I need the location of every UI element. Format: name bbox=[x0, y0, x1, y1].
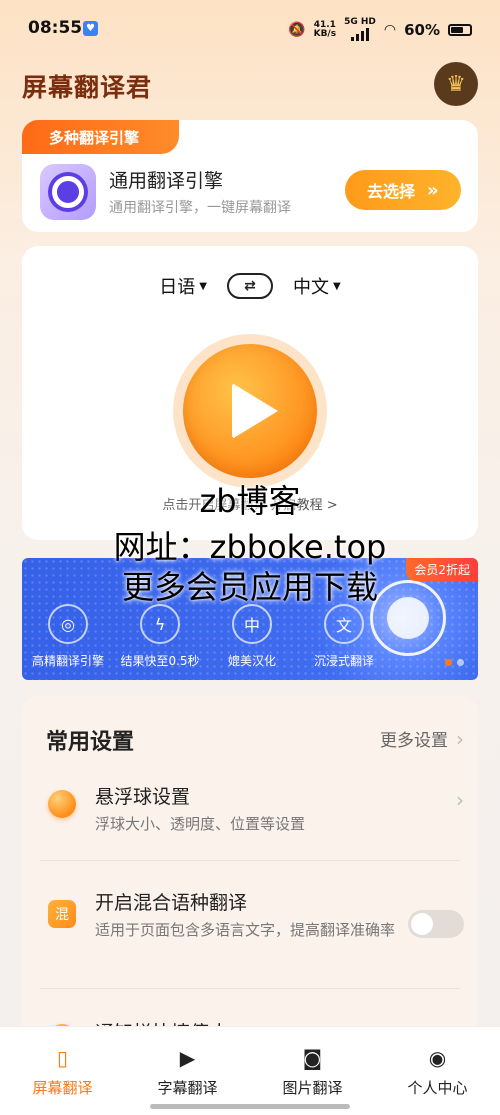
battery-percent: 60% bbox=[404, 20, 440, 39]
start-translate-button[interactable] bbox=[173, 334, 327, 488]
feature-item: 文 沉浸式翻译 bbox=[298, 604, 390, 669]
user-icon: ◉ bbox=[428, 1046, 447, 1070]
setting-desc: 浮球大小、透明度、位置等设置 bbox=[95, 815, 306, 833]
mixed-language-icon: 混 bbox=[48, 900, 76, 928]
engine-card[interactable]: 多种翻译引擎 通用翻译引擎 通用翻译引擎，一键屏幕翻译 去选择 » bbox=[22, 120, 478, 232]
signal-icon bbox=[350, 27, 369, 41]
tab-screen-translate[interactable]: ▯ 屏幕翻译 bbox=[0, 1045, 125, 1098]
language-selector: 日语 ▼ ⇄ 中文 ▼ bbox=[22, 273, 478, 299]
mixed-language-setting: 混 开启混合语种翻译 适用于页面包含多语言文字，提高翻译准确率 bbox=[22, 886, 478, 966]
caret-down-icon: ▼ bbox=[199, 280, 207, 292]
settings-title: 常用设置 bbox=[46, 730, 135, 755]
chinese-char-icon: 中 bbox=[232, 604, 272, 644]
engine-desc: 通用翻译引擎，一键屏幕翻译 bbox=[109, 200, 291, 216]
tab-profile[interactable]: ◉ 个人中心 bbox=[375, 1045, 500, 1098]
engine-name: 通用翻译引擎 bbox=[109, 170, 224, 192]
tab-label: 屏幕翻译 bbox=[32, 1079, 93, 1097]
battery-icon bbox=[448, 23, 472, 36]
notification-app-icon: ♥ bbox=[83, 21, 98, 36]
tab-image-translate[interactable]: ◙ 图片翻译 bbox=[250, 1045, 375, 1098]
common-settings-card: 常用设置 更多设置 › 悬浮球设置 浮球大小、透明度、位置等设置 › 混 开启混… bbox=[22, 696, 478, 1056]
setting-desc: 适用于页面包含多语言文字，提高翻译准确率 bbox=[95, 921, 396, 939]
banner-pager bbox=[445, 659, 464, 666]
feature-item: ϟ 结果快至0.5秒 bbox=[114, 604, 206, 669]
net-speed: 41.1 KB/s bbox=[313, 20, 337, 39]
floating-ball-setting[interactable]: 悬浮球设置 浮球大小、透明度、位置等设置 › bbox=[22, 778, 478, 858]
divider bbox=[40, 988, 460, 989]
engine-tag: 多种翻译引擎 bbox=[22, 120, 179, 154]
divider bbox=[40, 860, 460, 861]
feature-item: ◎ 高精翻译引擎 bbox=[22, 604, 114, 669]
target-language-label: 中文 bbox=[293, 277, 329, 298]
choose-engine-label: 去选择 bbox=[367, 182, 416, 201]
feature-label: 高精翻译引擎 bbox=[31, 654, 104, 668]
play-button-core bbox=[183, 344, 317, 478]
vip-discount-badge: 会员2折起 bbox=[406, 558, 478, 581]
target-language-select[interactable]: 中文 ▼ bbox=[293, 273, 341, 299]
source-language-label: 日语 bbox=[159, 277, 196, 298]
chevron-right-icon: › bbox=[456, 788, 464, 812]
network-label: 5G HD bbox=[344, 17, 376, 27]
tutorial-link[interactable]: 开启教程 > bbox=[271, 498, 338, 513]
feature-label: 沉浸式翻译 bbox=[313, 654, 374, 668]
floating-ball-icon bbox=[48, 790, 76, 818]
start-hint-text: 点击开启屏幕翻译 bbox=[162, 498, 267, 513]
home-indicator[interactable] bbox=[150, 1104, 350, 1109]
status-indicators: 🔕 41.1 KB/s 5G HD ◠ 60% bbox=[288, 18, 472, 41]
tab-label: 字幕翻译 bbox=[157, 1079, 218, 1097]
wifi-icon: ◠ bbox=[383, 21, 397, 38]
tab-label: 图片翻译 bbox=[282, 1079, 343, 1097]
swap-languages-button[interactable]: ⇄ bbox=[227, 273, 273, 299]
more-settings-label: 更多设置 bbox=[380, 731, 448, 751]
swap-icon: ⇄ bbox=[244, 278, 256, 294]
feature-label: 媲美汉化 bbox=[227, 654, 276, 668]
setting-name: 悬浮球设置 bbox=[95, 786, 191, 808]
target-icon: ◎ bbox=[48, 604, 88, 644]
app-title: 屏幕翻译君 bbox=[22, 73, 153, 102]
status-bar: 08:55 ♥ 🔕 41.1 KB/s 5G HD ◠ 60% bbox=[0, 0, 500, 60]
feature-item: 中 媲美汉化 bbox=[206, 604, 298, 669]
vip-crown-icon[interactable]: ♛ bbox=[434, 62, 478, 106]
double-arrow-icon: » bbox=[427, 179, 439, 201]
tab-subtitle-translate[interactable]: ▶ 字幕翻译 bbox=[125, 1045, 250, 1098]
pager-dot bbox=[445, 659, 452, 666]
phone-icon: ▯ bbox=[56, 1046, 68, 1070]
setting-name: 开启混合语种翻译 bbox=[95, 892, 248, 914]
status-time: 08:55 bbox=[28, 18, 83, 38]
chevron-right-icon: › bbox=[456, 726, 464, 751]
vip-promo-banner[interactable]: 会员2折起 ◎ 高精翻译引擎 ϟ 结果快至0.5秒 中 媲美汉化 文 沉浸式翻译 bbox=[22, 558, 478, 680]
choose-engine-button[interactable]: 去选择 » bbox=[345, 170, 461, 210]
play-icon bbox=[232, 383, 278, 439]
translate-card: 日语 ▼ ⇄ 中文 ▼ 点击开启屏幕翻译 开启教程 > bbox=[22, 246, 478, 540]
engine-target-icon bbox=[40, 164, 96, 220]
mute-icon: 🔕 bbox=[288, 21, 306, 38]
tab-label: 个人中心 bbox=[407, 1079, 468, 1097]
video-icon: ▶ bbox=[179, 1046, 196, 1070]
bottom-tab-bar: ▯ 屏幕翻译 ▶ 字幕翻译 ◙ 图片翻译 ◉ 个人中心 bbox=[0, 1026, 500, 1115]
net-speed-unit: KB/s bbox=[313, 28, 337, 39]
feature-label: 结果快至0.5秒 bbox=[120, 654, 200, 668]
caret-down-icon: ▼ bbox=[333, 280, 341, 292]
pager-dot bbox=[457, 659, 464, 666]
lightning-icon: ϟ bbox=[140, 604, 180, 644]
network-type: 5G HD bbox=[344, 18, 376, 41]
translate-icon: 文 bbox=[324, 604, 364, 644]
source-language-select[interactable]: 日语 ▼ bbox=[159, 273, 207, 299]
start-hint: 点击开启屏幕翻译 开启教程 > bbox=[22, 494, 478, 513]
camera-icon: ◙ bbox=[302, 1046, 323, 1070]
banner-features: ◎ 高精翻译引擎 ϟ 结果快至0.5秒 中 媲美汉化 文 沉浸式翻译 bbox=[22, 604, 390, 669]
more-settings-link[interactable]: 更多设置 › bbox=[380, 726, 464, 752]
mixed-language-toggle[interactable] bbox=[408, 910, 464, 938]
